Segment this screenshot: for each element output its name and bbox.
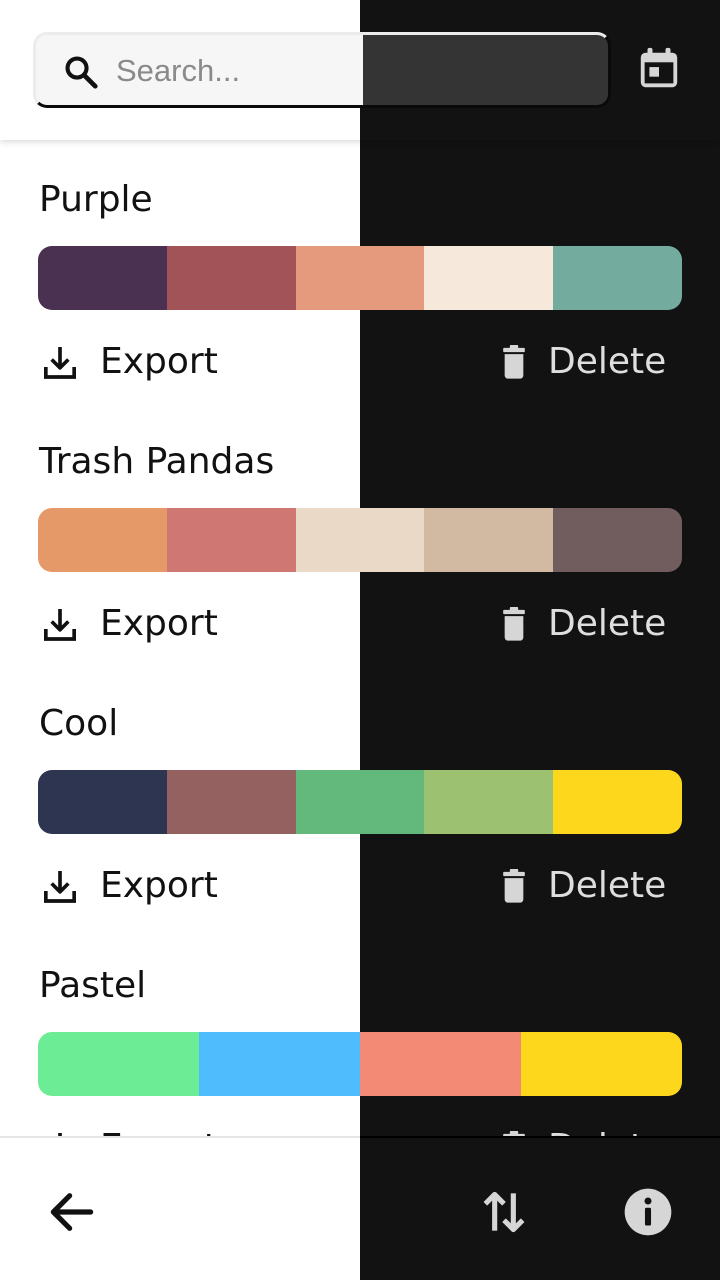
delete-button[interactable]: Delete — [494, 1124, 666, 1136]
export-label: Export — [100, 865, 218, 906]
delete-label: Delete — [548, 603, 667, 644]
download-icon — [44, 871, 76, 903]
trash-icon — [503, 345, 525, 379]
color-swatch[interactable] — [424, 246, 554, 310]
color-swatch[interactable] — [38, 770, 167, 834]
export-label: Export — [100, 341, 218, 382]
top-bar — [0, 0, 720, 140]
color-swatch[interactable] — [553, 508, 682, 572]
trash-icon — [503, 869, 525, 903]
color-swatch[interactable] — [521, 1032, 682, 1096]
color-swatch[interactable] — [166, 770, 296, 834]
arrow-left-icon[interactable] — [44, 1184, 100, 1240]
delete-label: Delete — [548, 341, 667, 382]
color-swatch[interactable] — [553, 246, 682, 310]
palette-swatch-bar[interactable] — [38, 770, 682, 834]
delete-button[interactable]: Delete — [494, 862, 666, 910]
palette-name: Pastel — [39, 965, 147, 1006]
delete-button[interactable]: Delete — [494, 338, 666, 386]
palette-name: Purple — [39, 179, 153, 220]
palette-list[interactable]: Purple Export Delete Trash Pandas Export… — [0, 140, 720, 1136]
download-icon — [44, 609, 76, 641]
export-label: Export — [100, 603, 218, 644]
export-button[interactable]: Export — [40, 338, 218, 386]
palette-item: Trash Pandas Export Delete — [0, 402, 720, 664]
color-swatch[interactable] — [38, 508, 167, 572]
bottom-bar — [0, 1136, 720, 1280]
swap-vertical-icon[interactable] — [476, 1184, 532, 1240]
color-swatch[interactable] — [424, 770, 554, 834]
download-icon — [44, 347, 76, 379]
palette-swatch-bar[interactable] — [38, 246, 682, 310]
palette-item: Cool Export Delete — [0, 664, 720, 926]
palette-item: Purple Export Delete — [0, 140, 720, 402]
export-button[interactable]: Export — [40, 600, 218, 648]
download-icon — [58, 1133, 62, 1136]
export-button[interactable]: Export — [40, 862, 218, 910]
color-swatch[interactable] — [166, 246, 296, 310]
color-swatch[interactable] — [553, 770, 682, 834]
calendar-icon[interactable] — [636, 46, 682, 92]
color-swatch[interactable] — [199, 1032, 360, 1096]
search-input[interactable] — [116, 45, 576, 97]
trash-icon — [503, 607, 525, 641]
color-swatch[interactable] — [166, 508, 296, 572]
palette-swatch-bar[interactable] — [38, 508, 682, 572]
search-box[interactable] — [33, 32, 611, 108]
palette-name: Trash Pandas — [39, 441, 275, 482]
color-swatch[interactable] — [295, 770, 425, 834]
color-swatch[interactable] — [295, 508, 425, 572]
delete-button[interactable]: Delete — [494, 600, 666, 648]
palette-swatch-bar[interactable] — [38, 1032, 682, 1096]
color-swatch[interactable] — [38, 1032, 199, 1096]
palette-item: Pastel Export Delete — [0, 926, 720, 1136]
color-swatch[interactable] — [424, 508, 554, 572]
info-icon[interactable] — [620, 1184, 676, 1240]
export-button[interactable]: Export — [40, 1124, 218, 1136]
color-swatch[interactable] — [295, 246, 425, 310]
color-swatch[interactable] — [38, 246, 167, 310]
palette-name: Cool — [39, 703, 119, 744]
delete-label: Delete — [548, 865, 667, 906]
color-swatch[interactable] — [360, 1032, 521, 1096]
trash-icon — [503, 1131, 525, 1136]
search-icon — [65, 56, 98, 89]
